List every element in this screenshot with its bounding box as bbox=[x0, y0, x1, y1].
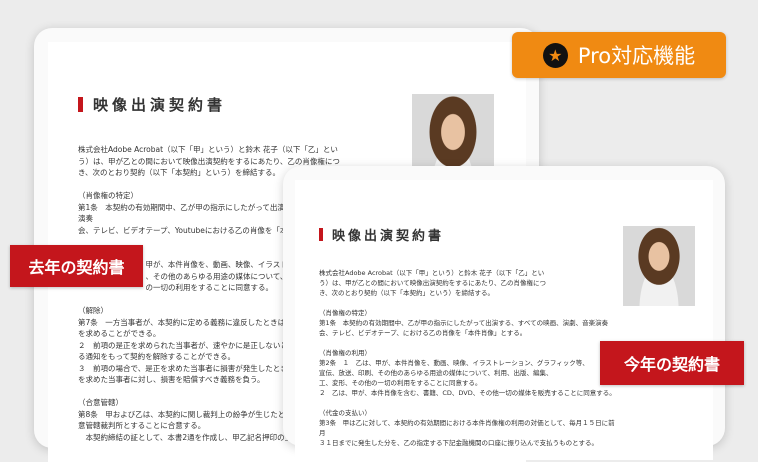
front-document-page: 映像出演契約書 株式会社Adobe Acrobat（以下「甲」という）と鈴木 花… bbox=[295, 180, 713, 460]
back-document-title: 映像出演契約書 bbox=[93, 96, 227, 114]
front-tablet: 映像出演契約書 株式会社Adobe Acrobat（以下「甲」という）と鈴木 花… bbox=[283, 166, 725, 460]
front-document-body: 株式会社Adobe Acrobat（以下「甲」という）と鈴木 花子（以下「乙」と… bbox=[319, 269, 616, 447]
last-year-label: 去年の契約書 bbox=[10, 245, 143, 287]
star-icon: ★ bbox=[542, 42, 568, 68]
this-year-label: 今年の契約書 bbox=[600, 341, 744, 385]
pro-feature-label: Pro対応機能 bbox=[577, 44, 696, 68]
front-document-title-row: 映像出演契約書 bbox=[319, 225, 444, 244]
front-document-title: 映像出演契約書 bbox=[332, 229, 445, 244]
title-accent-bar bbox=[78, 97, 83, 112]
back-document-title-row: 映像出演契約書 bbox=[78, 94, 226, 115]
title-accent-bar bbox=[319, 228, 323, 241]
front-portrait-photo bbox=[623, 226, 695, 306]
pro-feature-badge: ★ Pro対応機能 bbox=[512, 32, 726, 78]
